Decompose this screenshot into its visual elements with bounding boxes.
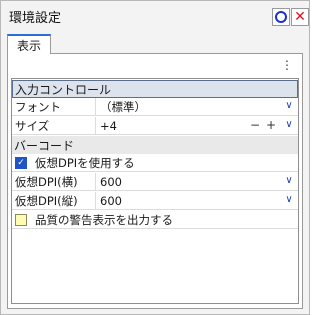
close-button[interactable]: ✕ <box>291 8 309 26</box>
virtual-dpi-horizontal-value-cell[interactable]: 600 ∨ <box>96 173 298 191</box>
quality-warning-label: 品質の警告表示を出力する <box>35 212 173 227</box>
chevron-down-icon[interactable]: ∨ <box>284 100 294 112</box>
titlebar: 環境設定 <box>1 1 309 31</box>
size-increment-button[interactable]: + <box>266 119 276 131</box>
size-decrement-button[interactable]: − <box>250 119 260 131</box>
section-barcode-label: バーコード <box>14 138 75 153</box>
close-icon: ✕ <box>294 9 306 25</box>
chevron-down-icon[interactable]: ∨ <box>284 119 294 131</box>
size-label: サイズ <box>12 116 96 135</box>
tab-display[interactable]: 表示 <box>7 34 51 54</box>
use-virtual-dpi-checkbox[interactable]: ✓ <box>15 156 27 169</box>
circle-button[interactable] <box>272 8 290 26</box>
size-value: +4 <box>100 118 117 133</box>
quality-warning-checkbox[interactable] <box>15 213 27 226</box>
virtual-dpi-vertical-value-cell[interactable]: 600 ∨ <box>96 192 298 210</box>
window-title: 環境設定 <box>9 10 62 26</box>
chevron-down-icon[interactable]: ∨ <box>284 194 294 206</box>
row-size[interactable]: サイズ +4 − + ∨ <box>12 116 298 135</box>
row-virtual-dpi-horizontal[interactable]: 仮想DPI(横) 600 ∨ <box>12 172 298 191</box>
section-barcode[interactable]: バーコード <box>12 136 298 154</box>
more-options-icon[interactable]: ⋮ <box>281 59 293 71</box>
virtual-dpi-horizontal-value: 600 <box>100 174 122 189</box>
use-virtual-dpi-label: 仮想DPIを使用する <box>35 155 135 170</box>
row-quality-warning[interactable]: 品質の警告表示を出力する <box>12 211 298 229</box>
font-label: フォント <box>12 97 96 116</box>
row-virtual-dpi-vertical[interactable]: 仮想DPI(縦) 600 ∨ <box>12 191 298 210</box>
settings-window: 環境設定 ✕ 表示 ⋮ 入力コントロール フォント （標準） ∨ サイズ +4 … <box>0 0 310 315</box>
section-input-controls-label: 入力コントロール <box>15 82 112 97</box>
virtual-dpi-horizontal-label: 仮想DPI(横) <box>12 172 96 191</box>
section-input-controls[interactable]: 入力コントロール <box>12 80 298 98</box>
font-value-cell[interactable]: （標準） ∨ <box>96 98 298 116</box>
virtual-dpi-vertical-label: 仮想DPI(縦) <box>12 191 96 210</box>
row-use-virtual-dpi[interactable]: ✓ 仮想DPIを使用する <box>12 154 298 172</box>
size-value-cell[interactable]: +4 − + ∨ <box>96 117 298 135</box>
tab-display-label: 表示 <box>16 38 41 53</box>
row-font[interactable]: フォント （標準） ∨ <box>12 97 298 116</box>
virtual-dpi-vertical-value: 600 <box>100 193 122 208</box>
chevron-down-icon[interactable]: ∨ <box>284 175 294 187</box>
circle-icon <box>275 11 287 23</box>
property-grid: 入力コントロール フォント （標準） ∨ サイズ +4 − + ∨ バーコード … <box>11 78 299 304</box>
font-value: （標準） <box>100 99 146 114</box>
